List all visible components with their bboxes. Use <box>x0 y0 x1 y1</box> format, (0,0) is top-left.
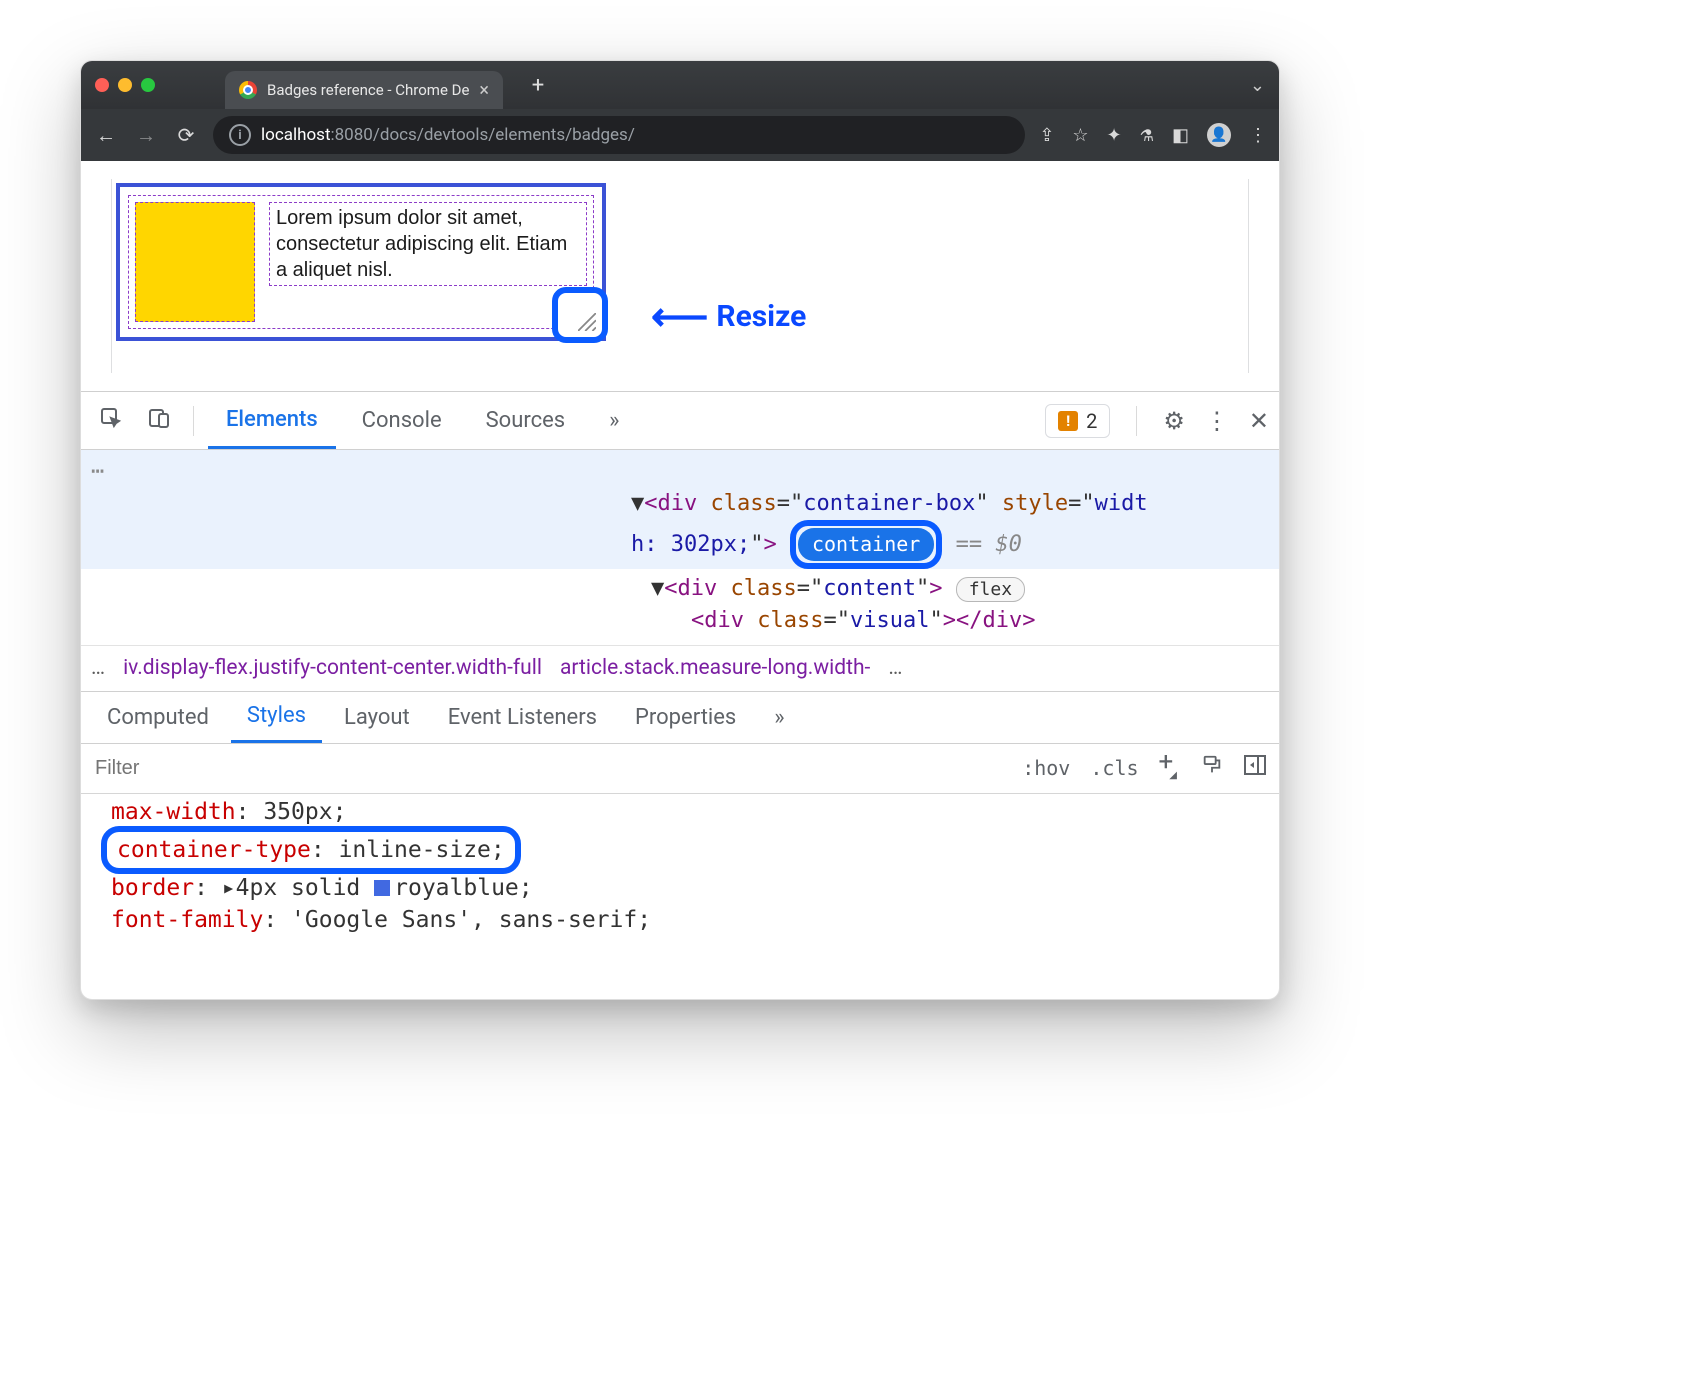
devtools-menu-icon[interactable]: ⋮ <box>1205 407 1229 435</box>
dom-breadcrumbs[interactable]: … iv.display-flex.justify-content-center… <box>81 646 1279 692</box>
chrome-icon <box>239 81 257 99</box>
tab-styles-more[interactable]: » <box>758 692 800 743</box>
tab-event-listeners[interactable]: Event Listeners <box>432 692 613 743</box>
hov-toggle[interactable]: :hov <box>1022 756 1070 780</box>
dom-node-content[interactable]: ▼<div class="content"> flex <box>651 573 1269 605</box>
site-info-icon[interactable]: i <box>229 124 251 146</box>
container-type-highlight: container-type: inline-size; <box>101 826 521 874</box>
titlebar: Badges reference - Chrome De × + ⌄ <box>81 61 1279 109</box>
css-val: 'Google Sans', sans-serif <box>291 907 637 933</box>
css-row-font-family[interactable]: font-family: 'Google Sans', sans-serif; <box>111 904 1259 936</box>
back-button[interactable]: ← <box>93 123 119 148</box>
warning-icon: ! <box>1058 411 1078 431</box>
tab-properties[interactable]: Properties <box>619 692 752 743</box>
settings-icon[interactable]: ⚙ <box>1163 407 1185 435</box>
tab-title: Badges reference - Chrome De <box>267 81 469 99</box>
dollar-zero-hint: == $0 <box>956 532 1022 557</box>
share-icon[interactable]: ⇪ <box>1039 125 1054 146</box>
resize-annotation: ⟵ Resize <box>651 299 806 334</box>
css-prop: border <box>111 875 194 901</box>
color-swatch-icon[interactable] <box>374 880 390 896</box>
labs-icon[interactable]: ⚗ <box>1140 126 1154 145</box>
resize-handle[interactable] <box>552 287 608 343</box>
styles-filter-input[interactable] <box>93 756 393 781</box>
paint-icon[interactable] <box>1201 754 1223 782</box>
address-bar[interactable]: i localhost:8080/docs/devtools/elements/… <box>213 116 1025 154</box>
css-prop: font-family <box>111 907 263 933</box>
window-controls <box>95 78 155 92</box>
tab-styles[interactable]: Styles <box>231 692 322 743</box>
css-prop: max-width <box>111 799 236 825</box>
browser-tab[interactable]: Badges reference - Chrome De × <box>225 71 503 109</box>
css-pane[interactable]: max-width: 350px; container-type: inline… <box>81 794 1279 943</box>
css-row-container-type[interactable]: container-type: inline-size; <box>111 828 1259 872</box>
maximize-window-button[interactable] <box>141 78 155 92</box>
new-tab-button[interactable]: + <box>523 70 553 100</box>
extensions-icon[interactable]: ✦ <box>1107 125 1122 146</box>
toggle-sidebar-icon[interactable] <box>1243 754 1267 782</box>
new-rule-icon[interactable]: +◢ <box>1159 747 1181 777</box>
page-content: Lorem ipsum dolor sit amet, consectetur … <box>111 179 1249 373</box>
css-val: inline-size <box>339 837 491 863</box>
dom-collapsed-icon[interactable]: ⋯ <box>91 459 104 484</box>
styles-filter-row: :hov .cls +◢ <box>81 744 1279 794</box>
annotation-label: Resize <box>716 299 806 334</box>
tabs-menu-icon[interactable]: ⌄ <box>1250 75 1265 96</box>
menu-kebab-icon[interactable]: ⋮ <box>1249 125 1267 146</box>
cls-toggle[interactable]: .cls <box>1090 756 1138 780</box>
visual-block <box>135 202 255 322</box>
close-tab-icon[interactable]: × <box>479 80 489 101</box>
tab-sources[interactable]: Sources <box>468 392 584 449</box>
devtools-tabs: Elements Console Sources » ! 2 ⚙ ⋮ ✕ <box>81 392 1279 450</box>
browser-window: Badges reference - Chrome De × + ⌄ ← → ⟳… <box>80 60 1280 1000</box>
sidepanel-icon[interactable]: ◧ <box>1172 125 1189 146</box>
container-badge-highlight: container <box>790 520 942 569</box>
css-val: 4px solid <box>236 875 374 901</box>
crumb-2[interactable]: article.stack.measure-long.width- <box>560 656 870 680</box>
css-prop: container-type <box>117 837 311 863</box>
container-box[interactable]: Lorem ipsum dolor sit amet, consectetur … <box>116 183 606 341</box>
tab-elements[interactable]: Elements <box>208 392 336 449</box>
reload-button[interactable]: ⟳ <box>173 123 199 147</box>
css-row-border[interactable]: border: ▸4px solid royalblue; <box>111 872 1259 904</box>
dom-node-visual[interactable]: <div class="visual"></div> <box>651 605 1269 637</box>
url-path: /docs/devtools/elements/badges/ <box>373 125 635 145</box>
forward-button[interactable]: → <box>133 123 159 148</box>
flex-badge[interactable]: flex <box>956 577 1025 602</box>
lorem-text: Lorem ipsum dolor sit amet, consectetur … <box>269 202 587 286</box>
close-window-button[interactable] <box>95 78 109 92</box>
devtools: Elements Console Sources » ! 2 ⚙ ⋮ ✕ ⋯ ▼… <box>81 391 1279 999</box>
issues-button[interactable]: ! 2 <box>1045 404 1110 438</box>
page-viewport: Lorem ipsum dolor sit amet, consectetur … <box>81 161 1279 391</box>
tab-layout[interactable]: Layout <box>328 692 426 743</box>
toolbar: ← → ⟳ i localhost:8080/docs/devtools/ele… <box>81 109 1279 161</box>
tab-console[interactable]: Console <box>344 392 460 449</box>
crumb-more-right[interactable]: … <box>888 656 902 680</box>
inspect-icon[interactable] <box>91 406 131 436</box>
css-val: 350px <box>263 799 332 825</box>
css-val: royalblue <box>394 875 519 901</box>
crumb-more-left[interactable]: … <box>91 656 105 680</box>
url-port: :8080 <box>331 125 373 145</box>
styles-tabs: Computed Styles Layout Event Listeners P… <box>81 692 1279 744</box>
dom-node-container-box[interactable]: ▼<div class="container-box" style="widt <box>631 488 1269 520</box>
tab-computed[interactable]: Computed <box>91 692 225 743</box>
container-badge[interactable]: container <box>798 528 934 561</box>
url-host: localhost <box>261 125 331 145</box>
profile-avatar-icon[interactable]: 👤 <box>1207 123 1231 147</box>
issues-count: 2 <box>1086 409 1097 433</box>
device-toggle-icon[interactable] <box>139 406 179 436</box>
css-row-max-width[interactable]: max-width: 350px; <box>111 796 1259 828</box>
crumb-1[interactable]: iv.display-flex.justify-content-center.w… <box>123 656 542 680</box>
minimize-window-button[interactable] <box>118 78 132 92</box>
dom-node-container-box-cont[interactable]: h: 302px;"> container == $0 <box>631 520 1269 569</box>
content-row: Lorem ipsum dolor sit amet, consectetur … <box>128 195 594 329</box>
dom-tree[interactable]: ⋯ ▼<div class="container-box" style="wid… <box>81 450 1279 646</box>
toolbar-actions: ⇪ ☆ ✦ ⚗ ◧ 👤 ⋮ <box>1039 123 1267 147</box>
bookmark-icon[interactable]: ☆ <box>1072 125 1088 146</box>
devtools-close-icon[interactable]: ✕ <box>1249 407 1269 435</box>
tab-more[interactable]: » <box>591 392 637 449</box>
url: localhost:8080/docs/devtools/elements/ba… <box>261 125 635 145</box>
